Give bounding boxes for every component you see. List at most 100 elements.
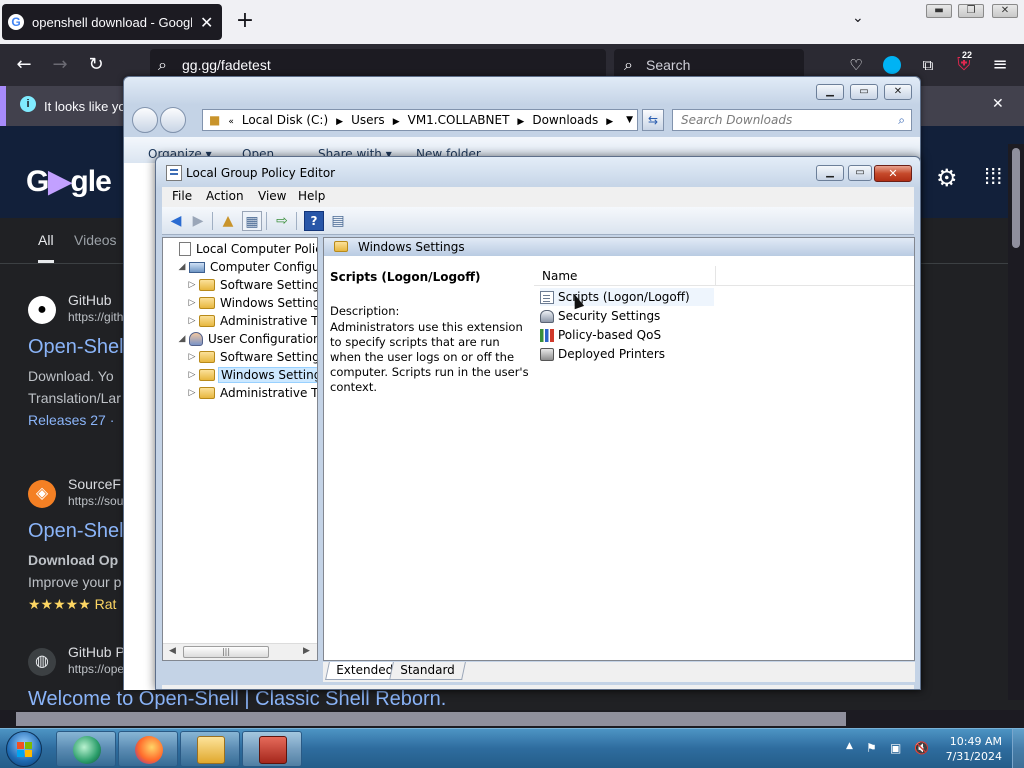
explorer-search-input[interactable]: Search Downloads ⌕ — [672, 109, 912, 131]
menu-file[interactable]: File — [172, 189, 192, 203]
list-all-tabs-button[interactable]: ⌄ — [852, 10, 864, 26]
google-apps-icon[interactable]: ⁞⁞⁞ — [984, 164, 1002, 190]
search-placeholder[interactable]: Search — [646, 57, 690, 73]
gpedit-minimize-button[interactable]: ▁ — [816, 165, 844, 181]
list-item[interactable]: Policy-based QoS — [540, 326, 661, 344]
tree-expander-icon[interactable]: ◢ — [177, 262, 187, 272]
properties-icon[interactable]: ▤ — [328, 211, 348, 231]
back-arrow-icon[interactable]: ◀ — [166, 211, 186, 231]
tree-expander-icon[interactable]: ▷ — [187, 316, 197, 326]
menu-view[interactable]: View — [258, 189, 286, 203]
tree-item[interactable]: ◢ User Configuration — [177, 330, 317, 348]
taskbar-app-firefox[interactable] — [118, 731, 178, 767]
result-url[interactable]: https://gith — [68, 310, 123, 324]
menu-action[interactable]: Action — [206, 189, 244, 203]
show-hidden-icons-icon[interactable]: ▲ — [846, 741, 853, 751]
reload-icon[interactable]: ↻ — [84, 54, 108, 76]
list-item[interactable]: Scripts (Logon/Logoff) — [540, 288, 714, 306]
back-arrow-icon[interactable]: ← — [12, 54, 36, 76]
close-tab-icon[interactable]: ✕ — [200, 13, 213, 32]
menu-help[interactable]: Help — [298, 189, 325, 203]
taskbar-app-shell[interactable] — [56, 731, 116, 767]
vertical-scrollbar[interactable] — [1008, 144, 1024, 700]
explorer-address-bar[interactable]: ■ «Local Disk (C:) ▶ Users ▶ VM1.COLLABNET ▶ Do… — [202, 109, 638, 131]
tab-standard[interactable]: Standard — [389, 662, 466, 680]
tree-horizontal-scrollbar[interactable]: ◀ ||| ▶ — [163, 643, 317, 660]
hamburger-menu-icon[interactable]: ≡ — [988, 54, 1012, 76]
network-icon[interactable]: ▣ — [890, 741, 901, 755]
result-title-link[interactable]: Open-Shel — [28, 520, 124, 543]
list-item[interactable]: Security Settings — [540, 307, 660, 325]
restore-button[interactable]: ❐ — [958, 4, 984, 18]
column-header-name[interactable]: Name — [534, 266, 716, 286]
tree-expander-icon[interactable]: ▷ — [187, 298, 197, 308]
gpedit-title-bar[interactable]: Local Group Policy Editor ▁ ▭ ✕ — [156, 157, 920, 189]
export-list-icon[interactable]: ⇨ — [272, 211, 292, 231]
explorer-minimize-button[interactable]: ▁ — [816, 84, 844, 100]
scroll-left-icon[interactable]: ◀ — [169, 646, 176, 656]
tree-item[interactable]: ▷ Windows Setting — [187, 294, 317, 312]
explorer-forward-button[interactable] — [160, 107, 186, 133]
tree-item[interactable]: ▷ Software Settings — [187, 276, 317, 294]
result-url[interactable]: https://open — [68, 662, 131, 676]
settings-gear-icon[interactable]: ⚙ — [936, 164, 958, 193]
action-center-flag-icon[interactable]: ⚑ — [866, 741, 877, 755]
volume-muted-icon[interactable]: 🔇 — [914, 741, 929, 755]
forward-arrow-icon[interactable]: ▶ — [188, 211, 208, 231]
result-sitelink[interactable]: Releases 27 · — [28, 412, 114, 428]
explorer-close-button[interactable]: ✕ — [884, 84, 912, 100]
tab-all[interactable]: All — [38, 232, 54, 263]
tree-expander-icon[interactable]: ▷ — [187, 388, 197, 398]
tab-videos[interactable]: Videos — [74, 232, 117, 248]
result-url[interactable]: https://sou — [68, 494, 123, 508]
start-button[interactable] — [6, 731, 42, 767]
new-tab-button[interactable]: + — [232, 8, 258, 36]
tree-item[interactable]: ▷ Windows Setting — [187, 366, 317, 384]
tree-item[interactable]: Local Computer Policy — [167, 240, 317, 258]
google-doodle-logo[interactable]: G▶gle — [26, 164, 112, 199]
horizontal-scrollbar[interactable] — [0, 710, 1024, 728]
gpedit-maximize-button[interactable]: ▭ — [848, 165, 872, 181]
show-desktop-button[interactable] — [1012, 729, 1024, 768]
tree-expander-icon[interactable]: ▷ — [187, 280, 197, 290]
address-dropdown-icon[interactable]: ▼ — [626, 110, 633, 130]
tree-item[interactable]: ◢ Computer Configura — [177, 258, 317, 276]
refresh-icon[interactable]: ⇆ — [642, 109, 664, 131]
close-notification-icon[interactable]: ✕ — [992, 96, 1004, 112]
help-icon[interactable]: ? — [304, 211, 324, 231]
folder-icon — [199, 351, 215, 363]
tree-item[interactable]: ▷ Administrative Te — [187, 312, 317, 330]
explorer-title-bar[interactable]: ▁ ▭ ✕ — [124, 77, 920, 105]
explorer-maximize-button[interactable]: ▭ — [850, 84, 878, 100]
list-item[interactable]: Deployed Printers — [540, 345, 665, 363]
show-hide-tree-icon[interactable]: ▦ — [242, 211, 262, 231]
gpedit-close-button[interactable]: ✕ — [874, 165, 912, 182]
breadcrumb-item[interactable]: Local Disk (C:) — [242, 113, 328, 127]
minimize-button[interactable]: ▬ — [926, 4, 952, 18]
up-folder-icon[interactable]: ▲ — [218, 211, 238, 231]
url-text[interactable]: gg.gg/fadetest — [182, 57, 271, 73]
tree-expander-icon[interactable]: ▷ — [187, 370, 197, 380]
forward-arrow-icon[interactable]: → — [48, 54, 72, 76]
close-window-button[interactable]: ✕ — [992, 4, 1018, 18]
browser-tab[interactable]: G openshell download - Google S ✕ — [2, 4, 222, 40]
tree-expander-icon[interactable]: ▷ — [187, 352, 197, 362]
tree-item[interactable]: ▷ Administrative Te — [187, 384, 317, 402]
taskbar-app-explorer[interactable] — [180, 731, 240, 767]
result-title-link[interactable]: Welcome to Open-Shell | Classic Shell Re… — [28, 688, 446, 711]
scroll-thumb[interactable]: ||| — [183, 646, 269, 658]
explorer-back-button[interactable] — [132, 107, 158, 133]
tree-expander-icon[interactable]: ◢ — [177, 334, 187, 344]
scroll-right-icon[interactable]: ▶ — [303, 646, 310, 656]
google-favicon-icon: G — [8, 14, 24, 30]
breadcrumb-item[interactable]: Users — [351, 113, 385, 127]
extensions-icon[interactable]: ⧉ — [916, 54, 940, 76]
tree-item[interactable]: ▷ Software Settings — [187, 348, 317, 366]
breadcrumb-item[interactable]: Downloads — [532, 113, 598, 127]
system-clock[interactable]: 10:49 AM 7/31/2024 — [942, 734, 1002, 764]
pocket-icon[interactable]: ♡ — [844, 54, 868, 76]
account-avatar-icon[interactable] — [880, 54, 904, 76]
breadcrumb-item[interactable]: VM1.COLLABNET — [408, 113, 510, 127]
taskbar-app-gpedit[interactable] — [242, 731, 302, 767]
result-title-link[interactable]: Open-Shel — [28, 336, 124, 359]
